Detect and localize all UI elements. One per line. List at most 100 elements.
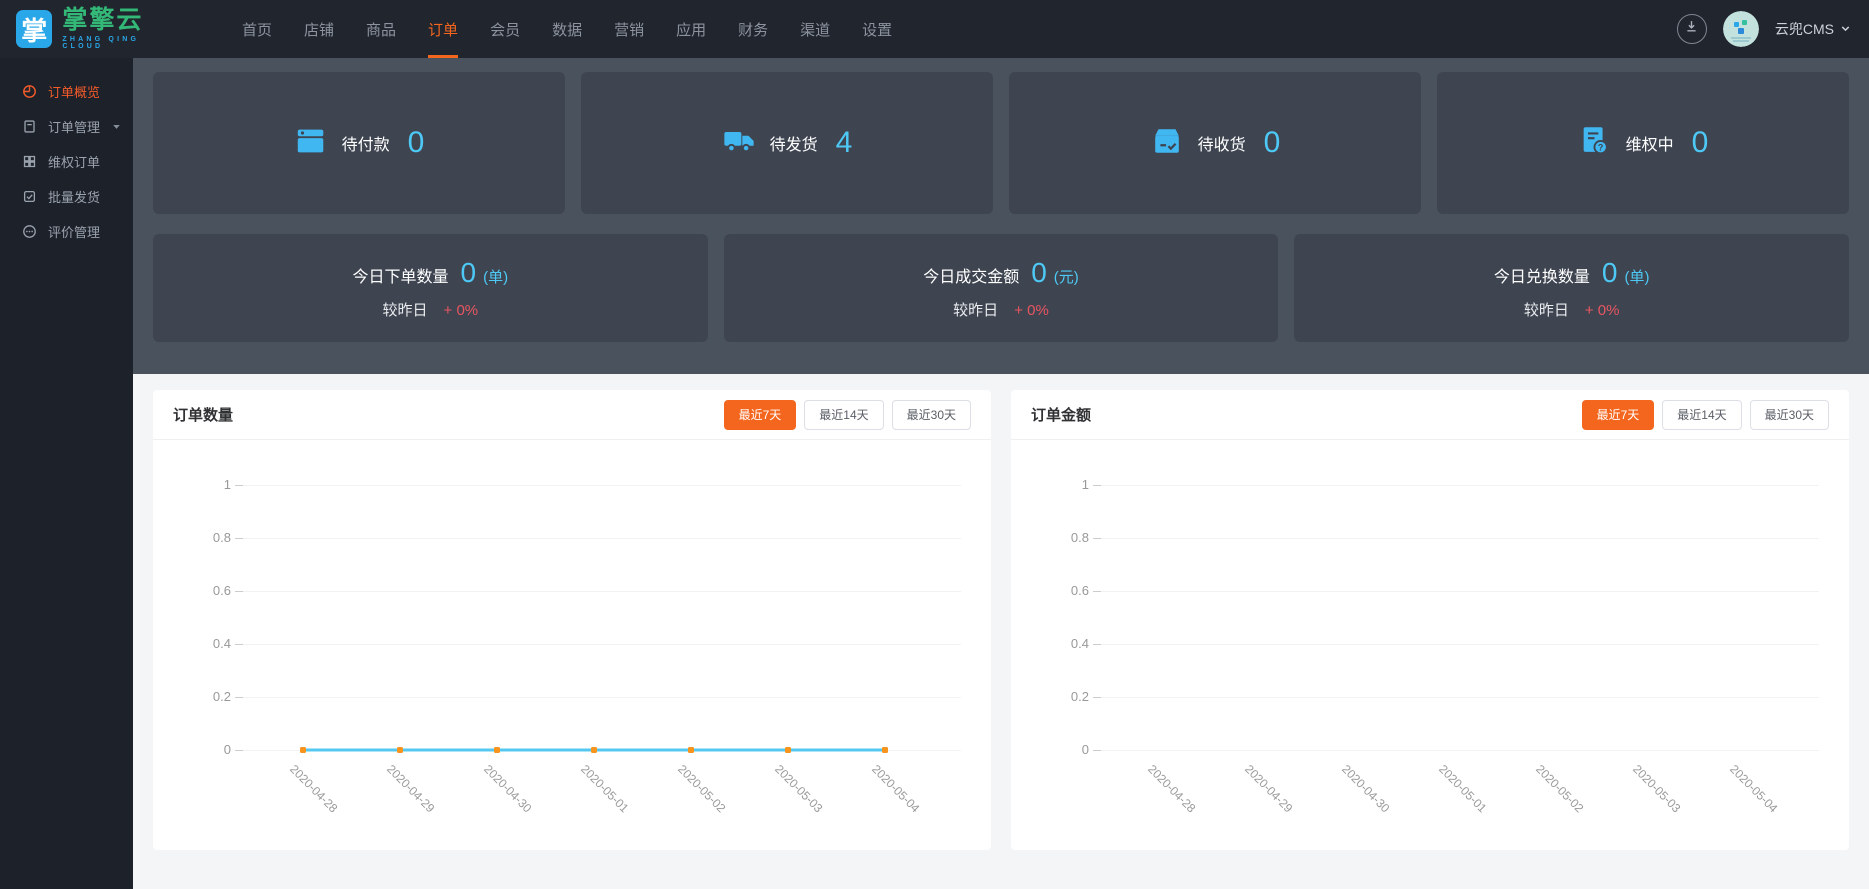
data-point: [688, 747, 694, 753]
nav-item-shop[interactable]: 店铺: [288, 0, 350, 58]
compare-label: 较昨日: [1523, 301, 1569, 319]
stat-card-in-dispute[interactable]: ? 维权中 0: [1437, 72, 1849, 214]
summary-label: 今日兑换数量: [1493, 268, 1590, 286]
chart-range-button[interactable]: 最近30天: [891, 399, 971, 430]
summary-label: 今日下单数量: [352, 268, 449, 286]
summary-value: 0: [1031, 256, 1047, 288]
nav-item-marketing[interactable]: 营销: [598, 0, 660, 58]
x-axis-tick-label: 2020-04-29: [1242, 762, 1296, 816]
logo-text: 掌擎云 ZHANG QING CLOUD: [62, 8, 180, 51]
nav-item-home[interactable]: 首页: [226, 0, 288, 58]
comment-icon: [22, 224, 37, 239]
nav-item-settings[interactable]: 设置: [846, 0, 908, 58]
sidebar-item-label: 维权订单: [48, 155, 101, 170]
stat-value: 4: [835, 126, 853, 159]
stat-value: 0: [407, 126, 425, 159]
x-axis-tick-label: 2020-04-28: [1145, 762, 1199, 816]
summary-unit: (单): [1624, 268, 1650, 286]
nav-item-channels[interactable]: 渠道: [784, 0, 846, 58]
chart-range-button[interactable]: 最近7天: [1581, 399, 1655, 430]
summary-card-today-exchanges: 今日兑换数量 0 (单) 较昨日 + 0%: [1294, 234, 1849, 342]
nav-item-apps[interactable]: 应用: [660, 0, 722, 58]
compare-label: 较昨日: [382, 301, 428, 319]
chart-range-group: 最近7天 最近14天 最近30天: [1581, 399, 1829, 430]
sidebar-item-dispute-orders[interactable]: 维权订单: [0, 144, 133, 179]
chart-panel-order-count: 订单数量 最近7天 最近14天 最近30天 1 0.8 0.6 0.4 0.2 0 2020-0…: [153, 390, 991, 850]
y-axis-tick-label: 0.8: [1070, 530, 1089, 545]
y-axis-tick-label: 1: [1081, 477, 1089, 492]
stat-card-row: 待付款 0 待发货 4 待收货 0 ? 维权中 0: [153, 72, 1849, 214]
sidebar: 订单概览订单管理维权订单批量发货评价管理: [0, 58, 133, 889]
chart-canvas: 1 0.8 0.6 0.4 0.2 0 2020-04-28 2020-04-29 2020-0…: [1011, 440, 1849, 845]
y-axis-tick-label: 0.4: [1070, 636, 1089, 651]
summary-card-today-orders: 今日下单数量 0 (单) 较昨日 + 0%: [153, 234, 708, 342]
document-question-icon: ?: [1578, 124, 1612, 163]
x-axis-tick-label: 2020-05-02: [1533, 762, 1587, 816]
axis-tick: [1093, 750, 1101, 751]
download-icon: [1684, 19, 1699, 39]
summary-unit: (元): [1053, 268, 1079, 286]
user-menu[interactable]: 云兜CMS: [1775, 19, 1851, 39]
compare-change: + 0%: [1014, 301, 1049, 319]
sidebar-item-label: 订单概览: [48, 85, 101, 100]
stat-label: 待付款: [341, 137, 390, 154]
stat-card-pending-receipt[interactable]: 待收货 0: [1009, 72, 1421, 214]
topbar: 掌 掌擎云 ZHANG QING CLOUD 首页 店铺 商品 订单 会员 数据 营销 应用财…: [0, 0, 1869, 58]
grid-icon: [22, 154, 37, 169]
sidebar-item-order-overview[interactable]: 订单概览: [0, 74, 133, 109]
nav-item-goods[interactable]: 商品: [350, 0, 412, 58]
stat-label: 维权中: [1625, 137, 1674, 154]
gridline: [1099, 538, 1819, 539]
stat-label: 待收货: [1197, 137, 1246, 154]
pie-chart-icon: [22, 84, 37, 99]
document-icon: [22, 119, 37, 134]
chart-panel-order-amount: 订单金额 最近7天 最近14天 最近30天 1 0.8 0.6 0.4 0.2 0 2020-0…: [1011, 390, 1849, 850]
summary-value: 0: [460, 256, 477, 288]
sidebar-item-order-management[interactable]: 订单管理: [0, 109, 133, 144]
data-point: [494, 747, 500, 753]
main-nav: 首页 店铺 商品 订单 会员 数据 营销 应用 财务 渠道 设置: [226, 0, 908, 58]
app-root: 掌 掌擎云 ZHANG QING CLOUD 首页 店铺 商品 订单 会员 数据 营销 应用财…: [0, 0, 1869, 889]
chevron-down-icon: [1840, 21, 1851, 37]
nav-item-orders[interactable]: 订单: [412, 0, 474, 58]
stat-card-pending-shipment[interactable]: 待发货 4: [581, 72, 993, 214]
compare-change: + 0%: [443, 301, 479, 319]
summary-card-row: 今日下单数量 0 (单) 较昨日 + 0% 今日成交金额 0 (元) 较昨日 +…: [153, 234, 1849, 342]
chart-range-button[interactable]: 最近7天: [723, 399, 797, 430]
sidebar-item-label: 订单管理: [48, 120, 101, 135]
gridline: [1099, 697, 1819, 698]
axis-tick: [1093, 644, 1101, 645]
chart-range-button[interactable]: 最近30天: [1749, 399, 1829, 430]
data-point: [300, 747, 306, 753]
avatar[interactable]: [1722, 11, 1759, 47]
stat-card-pending-payment[interactable]: 待付款 0: [153, 72, 565, 214]
axis-tick: [1093, 485, 1101, 486]
compare-label: 较昨日: [953, 301, 999, 319]
data-point: [591, 747, 597, 753]
chart-canvas: 1 0.8 0.6 0.4 0.2 0 2020-04-28 2020-04-29 2020-0…: [153, 440, 991, 845]
x-axis-tick-label: 2020-05-04: [1727, 762, 1781, 816]
topbar-right: 云兜CMS: [1676, 11, 1869, 47]
sidebar-item-batch-shipping[interactable]: 批量发货: [0, 179, 133, 214]
caret-down-icon: [112, 122, 121, 131]
download-button[interactable]: [1676, 14, 1707, 44]
stat-label: 待发货: [769, 137, 818, 154]
axis-tick: [1093, 591, 1101, 592]
logo[interactable]: 掌 掌擎云 ZHANG QING CLOUD: [0, 8, 180, 50]
data-point: [882, 747, 888, 753]
nav-item-members[interactable]: 会员: [474, 0, 536, 58]
stat-value: 0: [1263, 126, 1281, 159]
chart-range-button[interactable]: 最近14天: [1662, 399, 1742, 430]
nav-item-data[interactable]: 数据: [536, 0, 598, 58]
nav-item-finance[interactable]: 财务: [722, 0, 784, 58]
chart-range-button[interactable]: 最近14天: [804, 399, 884, 430]
x-axis-tick-label: 2020-05-01: [1436, 762, 1490, 816]
summary-label: 今日成交金额: [923, 268, 1020, 286]
gridline: [1099, 750, 1819, 751]
summary-card-today-revenue: 今日成交金额 0 (元) 较昨日 + 0%: [723, 234, 1279, 342]
chart-title: 订单数量: [173, 407, 234, 424]
summary-value: 0: [1601, 256, 1618, 288]
sidebar-item-review-management[interactable]: 评价管理: [0, 214, 133, 249]
sidebar-item-label: 评价管理: [48, 225, 101, 240]
main-content: 待付款 0 待发货 4 待收货 0 ? 维权中 0 今日下单数量 0 (单) 较…: [133, 58, 1869, 889]
